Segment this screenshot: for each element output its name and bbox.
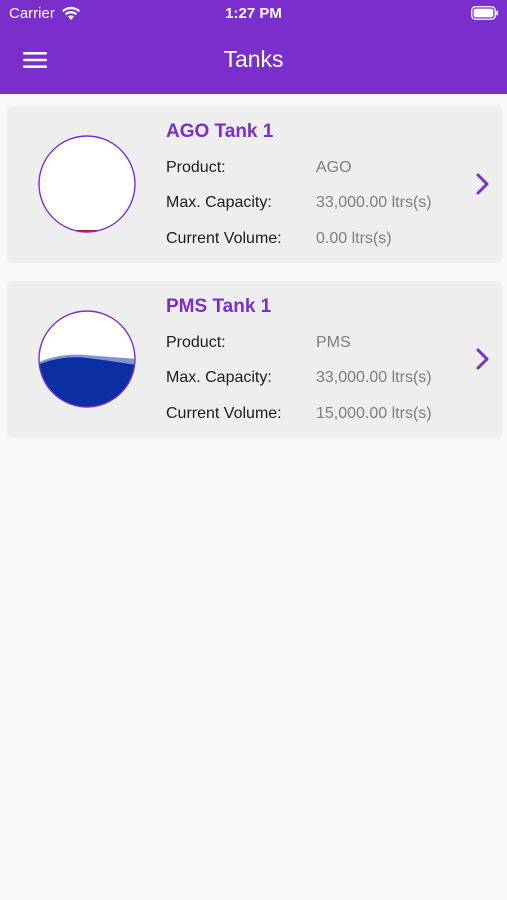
product-value: AGO xyxy=(316,159,352,176)
chevron-right-icon[interactable] xyxy=(474,171,492,197)
volume-label: Current Volume: xyxy=(166,405,282,422)
volume-value: 15,000.00 ltrs(s) xyxy=(316,405,432,422)
status-time: 1:27 PM xyxy=(225,5,282,22)
volume-value: 0.00 ltrs(s) xyxy=(316,230,392,247)
product-label: Product: xyxy=(166,159,226,176)
tank-card-ago-tank-1[interactable]: AGO Tank 1 Product: AGO Max. Capacity: 3… xyxy=(7,106,502,263)
app-header: Carrier 1:27 PM Tanks xyxy=(0,0,507,94)
capacity-value: 33,000.00 ltrs(s) xyxy=(316,194,432,211)
tank-card-pms-tank-1[interactable]: PMS Tank 1 Product: PMS Max. Capacity: 3… xyxy=(7,281,502,438)
page-title: Tanks xyxy=(223,46,284,72)
battery-icon xyxy=(471,6,499,20)
tank-name: PMS Tank 1 xyxy=(166,296,272,317)
tank-fill-level xyxy=(39,357,135,407)
capacity-label: Max. Capacity: xyxy=(166,369,272,386)
tank-level-gauge xyxy=(38,310,136,408)
chevron-right-icon[interactable] xyxy=(474,346,492,372)
volume-label: Current Volume: xyxy=(166,230,282,247)
tank-name: AGO Tank 1 xyxy=(166,121,274,142)
product-value: PMS xyxy=(316,334,351,351)
navigation-bar: Tanks xyxy=(0,28,507,94)
status-bar: Carrier 1:27 PM xyxy=(0,0,507,28)
capacity-value: 33,000.00 ltrs(s) xyxy=(316,369,432,386)
tank-level-gauge xyxy=(38,135,136,233)
capacity-label: Max. Capacity: xyxy=(166,194,272,211)
product-label: Product: xyxy=(166,334,226,351)
